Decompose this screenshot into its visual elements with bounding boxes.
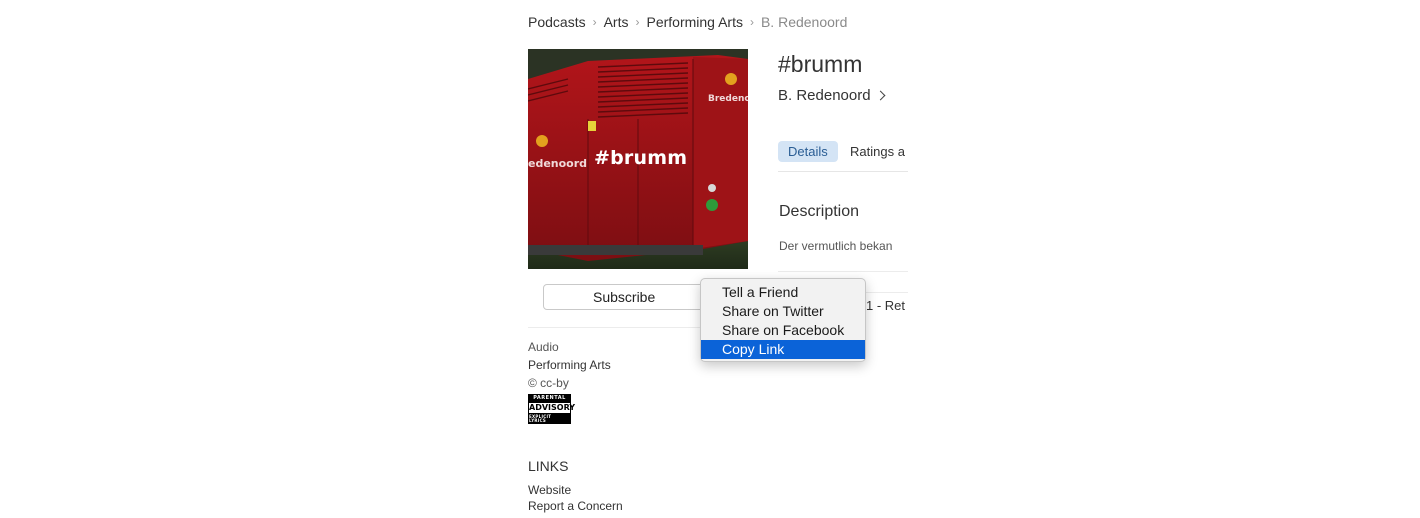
links-heading: LINKS — [528, 458, 569, 474]
breadcrumb-performing-arts[interactable]: Performing Arts — [646, 14, 742, 30]
tab-details[interactable]: Details — [778, 141, 838, 162]
artwork-overlay-title: #brumm — [594, 147, 688, 169]
breadcrumb-current: B. Redenoord — [760, 14, 848, 30]
advisory-line3: EXPLICIT LYRICS — [529, 413, 552, 423]
podcast-page: Podcasts › Arts › Performing Arts › B. R… — [0, 0, 1420, 518]
breadcrumb-arts[interactable]: Arts — [604, 14, 629, 30]
artwork-brand-text: Bredenoord — [708, 94, 748, 104]
media-type-label: Audio — [528, 340, 559, 354]
description-text: Der vermutlich bekan — [779, 239, 893, 253]
podcast-title: #brumm — [778, 51, 863, 77]
artwork-brand-text-side: edenoord — [528, 157, 587, 170]
author-name: B. Redenoord — [778, 87, 871, 104]
tab-divider — [778, 171, 908, 172]
menu-item-copy-link[interactable]: Copy Link — [701, 340, 865, 359]
breadcrumb: Podcasts › Arts › Performing Arts › B. R… — [528, 14, 847, 30]
copyright-label: © cc-by — [528, 376, 569, 390]
advisory-line1: PARENTAL — [533, 394, 566, 401]
subscribe-button[interactable]: Subscribe — [543, 284, 709, 310]
podcast-artwork: Bredenoord edenoord #brumm — [528, 49, 748, 269]
parental-advisory-badge: PARENTAL ADVISORY EXPLICIT LYRICS — [528, 394, 576, 424]
breadcrumb-separator-icon: › — [592, 15, 597, 29]
website-link[interactable]: Website — [528, 483, 571, 497]
author-link[interactable]: B. Redenoord — [778, 87, 886, 104]
menu-item-share-facebook[interactable]: Share on Facebook — [701, 321, 865, 340]
chevron-right-icon — [875, 90, 886, 101]
report-concern-link[interactable]: Report a Concern — [528, 499, 623, 513]
divider — [778, 271, 908, 272]
tab-ratings[interactable]: Ratings a — [850, 141, 905, 162]
breadcrumb-separator-icon: › — [635, 15, 640, 29]
episode-row-title[interactable]: 1 - Ret — [866, 298, 905, 313]
share-context-menu: Tell a Friend Share on Twitter Share on … — [700, 278, 866, 362]
menu-item-share-twitter[interactable]: Share on Twitter — [701, 302, 865, 321]
menu-item-tell-a-friend[interactable]: Tell a Friend — [701, 283, 865, 302]
breadcrumb-separator-icon: › — [749, 15, 754, 29]
advisory-line2: ADVISORY — [529, 402, 576, 413]
breadcrumb-podcasts[interactable]: Podcasts — [528, 14, 586, 30]
category-label: Performing Arts — [528, 358, 611, 372]
description-heading: Description — [779, 203, 860, 220]
